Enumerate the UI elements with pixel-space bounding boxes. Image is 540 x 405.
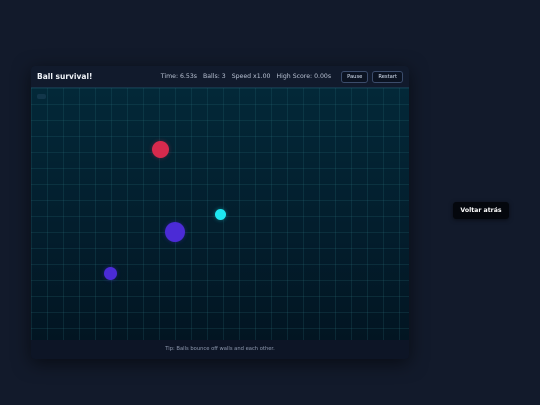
arena-corner-badge bbox=[37, 94, 46, 99]
speed-stat: Speed x1.00 bbox=[231, 73, 271, 80]
game-header: Ball survival! Time: 6.53s Balls: 3 Spee… bbox=[31, 66, 409, 87]
ball-cyan bbox=[215, 209, 226, 220]
time-stat: Time: 6.53s bbox=[160, 73, 197, 80]
back-button[interactable]: Voltar atrás bbox=[453, 202, 509, 219]
ball-purple-small bbox=[104, 267, 117, 280]
game-arena[interactable] bbox=[31, 87, 409, 340]
pause-button[interactable]: Pause bbox=[341, 70, 369, 83]
game-title: Ball survival! bbox=[37, 72, 93, 81]
ball-red bbox=[152, 141, 169, 158]
balls-stat: Balls: 3 bbox=[203, 73, 226, 80]
ball-purple-large bbox=[165, 222, 185, 242]
restart-button[interactable]: Restart bbox=[372, 70, 403, 83]
tip-footer: Tip: Balls bounce off walls and each oth… bbox=[31, 340, 409, 359]
game-window: Ball survival! Time: 6.53s Balls: 3 Spee… bbox=[31, 66, 409, 359]
high-score-stat: High Score: 0.00s bbox=[276, 73, 332, 80]
stats-bar: Time: 6.53s Balls: 3 Speed x1.00 High Sc… bbox=[160, 70, 403, 83]
